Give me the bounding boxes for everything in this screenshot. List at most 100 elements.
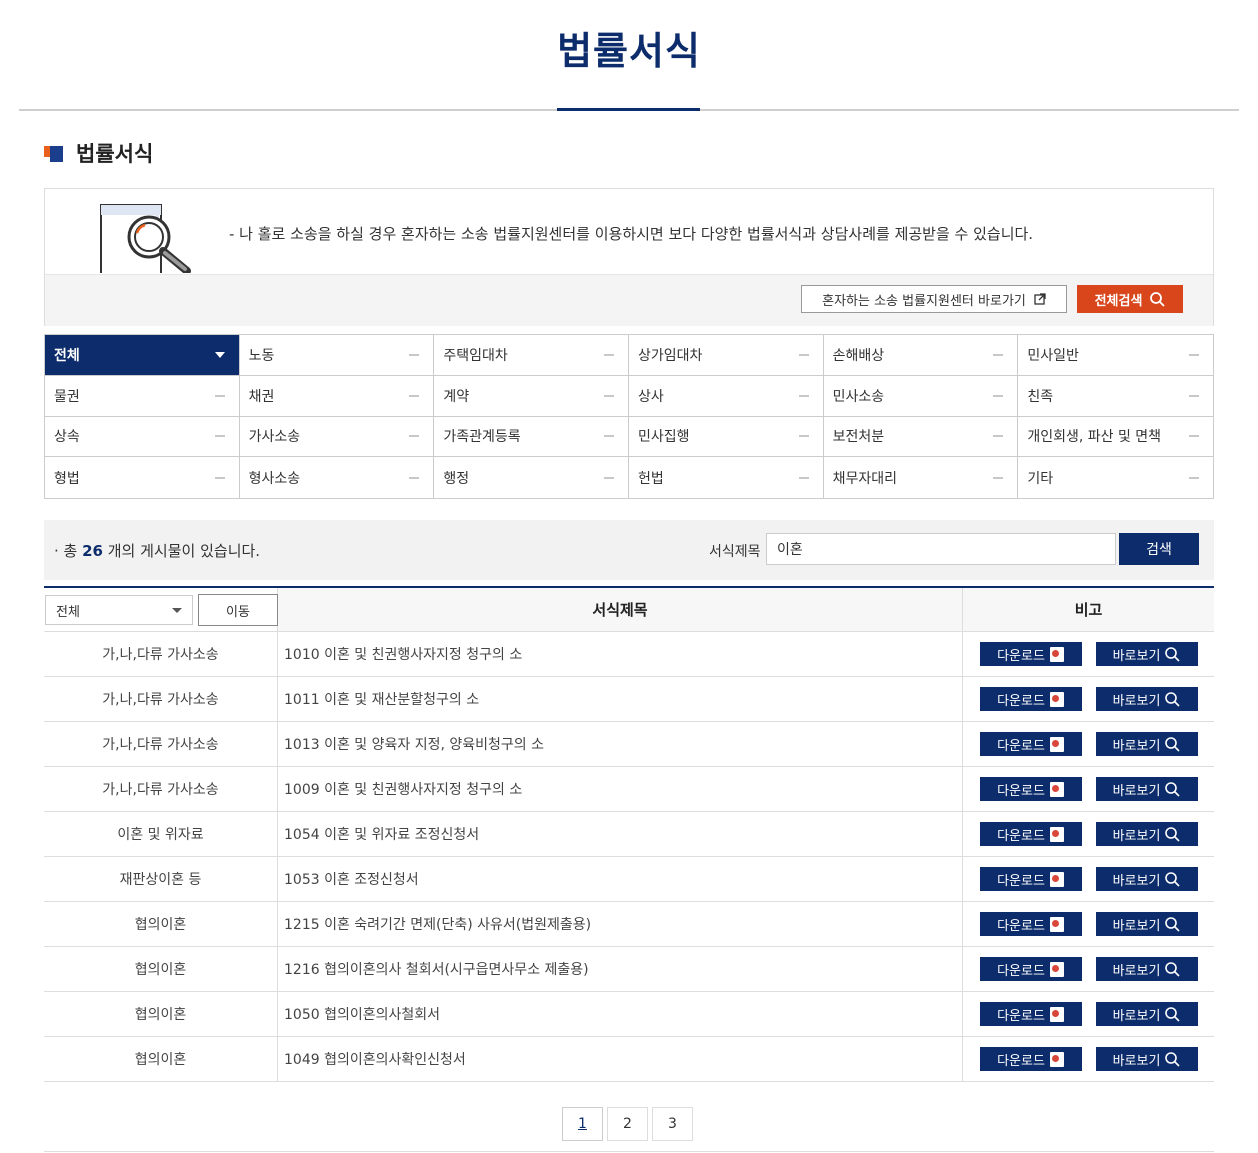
view-button[interactable]: 바로보기 [1095,912,1198,936]
category-tab-label: 전체 [54,347,80,364]
category-tab-label: 개인회생, 파산 및 면책 [1027,429,1162,446]
view-button[interactable]: 바로보기 [1095,1047,1198,1071]
search-icon [1165,736,1180,752]
category-tab[interactable]: 상사 [629,375,824,417]
category-tab-label: 보전처분 [832,429,885,446]
minus-icon [604,435,614,438]
category-tab[interactable]: 친족 [1018,375,1213,417]
category-tab[interactable]: 상가임대차 [629,335,824,376]
view-label: 바로보기 [1112,738,1161,754]
row-title[interactable]: 1215 이혼 숙려기간 면제(단축) 사유서(법원제출용) [278,902,963,946]
category-tab-label: 행정 [443,470,470,487]
download-button[interactable]: 다운로드 [979,1047,1082,1071]
category-tab[interactable]: 행정 [434,457,629,498]
category-tab[interactable]: 가사소송 [239,416,435,458]
view-button[interactable]: 바로보기 [1095,687,1198,711]
table-header: 전체 이동 서식제목 비고 [44,588,1214,632]
download-button[interactable]: 다운로드 [979,687,1082,711]
category-tab[interactable]: 헌법 [629,457,824,498]
search-icon [1165,916,1180,932]
search-icon [1165,646,1180,662]
category-tab[interactable]: 민사일반 [1018,335,1213,376]
row-title[interactable]: 1053 이혼 조정신청서 [278,857,963,901]
category-tab-label: 기타 [1027,470,1054,487]
category-tab[interactable]: 물권 [45,375,240,417]
search-all-button[interactable]: 전체검색 [1077,285,1183,313]
minus-icon [409,435,420,438]
download-button[interactable]: 다운로드 [979,777,1082,801]
row-category: 협의이혼 [44,902,278,946]
view-button[interactable]: 바로보기 [1095,732,1198,756]
category-tab-label: 상가임대차 [638,347,703,364]
category-filter-select[interactable]: 전체 [45,595,193,625]
legal-support-center-link-button[interactable]: 혼자하는 소송 법률지원센터 바로가기 [801,285,1067,313]
minus-icon [409,476,420,479]
category-tab-label: 채무자대리 [832,470,898,487]
row-title[interactable]: 1050 협의이혼의사철회서 [278,992,963,1036]
category-tab-label: 친족 [1027,388,1054,405]
view-button[interactable]: 바로보기 [1095,822,1198,846]
category-tab[interactable]: 개인회생, 파산 및 면책 [1018,416,1213,458]
row-category: 가,나,다류 가사소송 [44,767,278,811]
category-tab[interactable]: 민사집행 [629,416,824,458]
download-label: 다운로드 [997,1053,1045,1069]
category-tab[interactable]: 채무자대리 [823,457,1019,498]
download-label: 다운로드 [997,1008,1045,1024]
category-tab[interactable]: 형사소송 [239,457,435,498]
download-button[interactable]: 다운로드 [979,822,1082,846]
pagination: 123 [562,1107,693,1141]
download-button[interactable]: 다운로드 [979,912,1082,936]
page-title: 법률서식 [557,29,701,73]
search-icon [1165,781,1180,797]
download-label: 다운로드 [997,828,1045,844]
category-tab[interactable]: 가족관계등록 [434,416,629,458]
page-link[interactable]: 2 [607,1107,648,1141]
category-tab[interactable]: 채권 [239,375,435,417]
download-button[interactable]: 다운로드 [979,867,1082,891]
download-button[interactable]: 다운로드 [979,732,1082,756]
row-title[interactable]: 1049 협의이혼의사확인신청서 [278,1037,963,1081]
search-icon [1165,871,1180,887]
row-title[interactable]: 1010 이혼 및 친권행사자지정 청구의 소 [278,632,963,676]
download-button[interactable]: 다운로드 [979,642,1082,666]
category-tab-label: 상사 [638,388,664,405]
view-button[interactable]: 바로보기 [1095,867,1198,891]
download-button[interactable]: 다운로드 [979,1002,1082,1026]
row-title[interactable]: 1216 협의이혼의사 철회서(시구읍면사무소 제출용) [278,947,963,991]
search-icon [1165,691,1180,707]
view-button[interactable]: 바로보기 [1095,957,1198,981]
move-button[interactable]: 이동 [198,594,278,626]
view-button[interactable]: 바로보기 [1095,1002,1198,1026]
category-tab[interactable]: 노동 [239,335,435,376]
row-title[interactable]: 1054 이혼 및 위자료 조정신청서 [278,812,963,856]
category-tab[interactable]: 형법 [45,457,240,498]
category-tab[interactable]: 기타 [1018,457,1213,498]
row-title[interactable]: 1013 이혼 및 양육자 지정, 양육비청구의 소 [278,722,963,766]
hwp-file-icon [1049,916,1064,932]
category-tab[interactable]: 주택임대차 [434,335,629,376]
category-tab-label: 손해배상 [832,347,885,364]
category-tab[interactable]: 전체 [45,335,240,376]
search-button[interactable]: 검색 [1119,533,1199,565]
minus-icon [409,394,420,397]
download-button[interactable]: 다운로드 [979,957,1082,981]
category-tab-label: 민사일반 [1027,347,1079,364]
category-tab[interactable]: 손해배상 [823,335,1019,376]
search-input[interactable] [766,533,1116,565]
row-title[interactable]: 1011 이혼 및 재산분할청구의 소 [278,677,963,721]
title-divider-accent [557,108,700,111]
category-tab[interactable]: 민사소송 [823,375,1019,417]
view-label: 바로보기 [1112,828,1161,844]
page-link[interactable]: 3 [652,1107,693,1141]
table-row: 협의이혼 1216 협의이혼의사 철회서(시구읍면사무소 제출용) 다운로드 바로보기 [44,947,1214,992]
category-tab-label: 민사소송 [832,388,885,405]
minus-icon [798,435,809,438]
page-link[interactable]: 1 [562,1107,603,1141]
view-button[interactable]: 바로보기 [1095,777,1198,801]
category-tab[interactable]: 상속 [45,416,240,458]
category-tab[interactable]: 보전처분 [823,416,1019,458]
view-button[interactable]: 바로보기 [1095,642,1198,666]
category-tab[interactable]: 계약 [434,375,629,417]
row-title[interactable]: 1009 이혼 및 친권행사자지정 청구의 소 [278,767,963,811]
category-tab-label: 형사소송 [248,470,301,487]
